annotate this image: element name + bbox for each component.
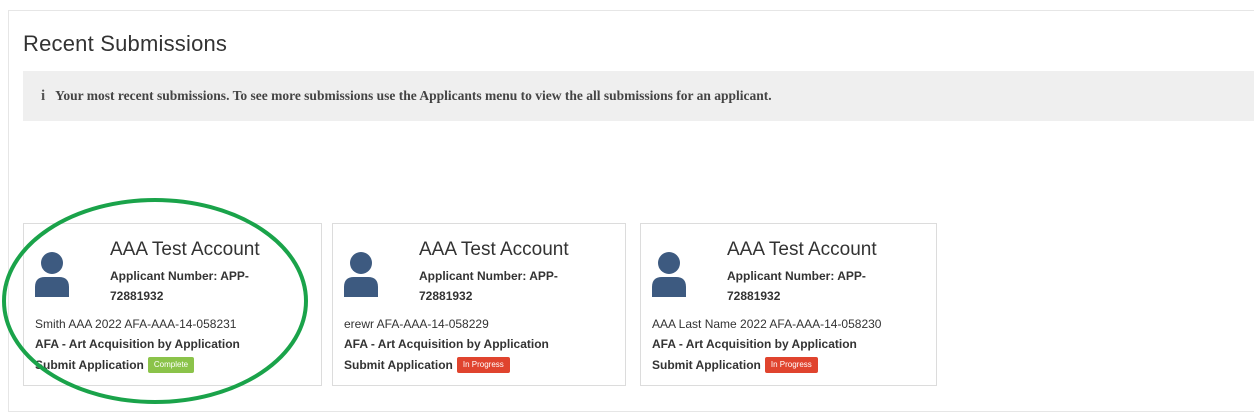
info-icon: i — [41, 87, 46, 104]
info-banner: i Your most recent submissions. To see m… — [23, 71, 1254, 121]
user-avatar-icon — [652, 252, 686, 297]
submission-reference[interactable]: Smith AAA 2022 AFA-AAA-14-058231 — [35, 317, 236, 331]
submission-card[interactable]: AAA Test Account Applicant Number: APP-7… — [332, 223, 626, 386]
applicant-name[interactable]: AAA Test Account — [110, 239, 260, 261]
submission-action-row: Submit Application Complete — [35, 357, 195, 373]
submission-card[interactable]: AAA Test Account Applicant Number: APP-7… — [23, 223, 322, 386]
recent-submissions-panel: Recent Submissions i Your most recent su… — [8, 10, 1254, 412]
program-name: AFA - Art Acquisition by Application — [35, 337, 240, 351]
submission-reference[interactable]: AAA Last Name 2022 AFA-AAA-14-058230 — [652, 317, 881, 331]
user-avatar-icon — [344, 252, 378, 297]
applicant-name[interactable]: AAA Test Account — [419, 239, 569, 261]
user-avatar-icon — [35, 252, 69, 297]
submission-reference[interactable]: erewr AFA-AAA-14-058229 — [344, 317, 489, 331]
submission-card[interactable]: AAA Test Account Applicant Number: APP-7… — [640, 223, 937, 386]
program-name: AFA - Art Acquisition by Application — [344, 337, 549, 351]
page-title: Recent Submissions — [23, 31, 228, 56]
applicant-number: Applicant Number: APP-72881932 — [419, 269, 558, 303]
info-text: Your most recent submissions. To see mor… — [55, 88, 772, 103]
submission-action[interactable]: Submit Application — [652, 358, 761, 372]
program-name: AFA - Art Acquisition by Application — [652, 337, 857, 351]
applicant-number: Applicant Number: APP-72881932 — [110, 269, 249, 303]
submission-action[interactable]: Submit Application — [35, 358, 144, 372]
submission-cards: AAA Test Account Applicant Number: APP-7… — [23, 223, 937, 386]
applicant-name[interactable]: AAA Test Account — [727, 239, 877, 261]
applicant-number: Applicant Number: APP-72881932 — [727, 269, 866, 303]
submission-action-row: Submit Application In Progress — [652, 357, 818, 373]
submission-action[interactable]: Submit Application — [344, 358, 453, 372]
submission-action-row: Submit Application In Progress — [344, 357, 510, 373]
status-badge: Complete — [147, 357, 195, 373]
status-badge: In Progress — [764, 357, 818, 373]
status-badge: In Progress — [456, 357, 510, 373]
